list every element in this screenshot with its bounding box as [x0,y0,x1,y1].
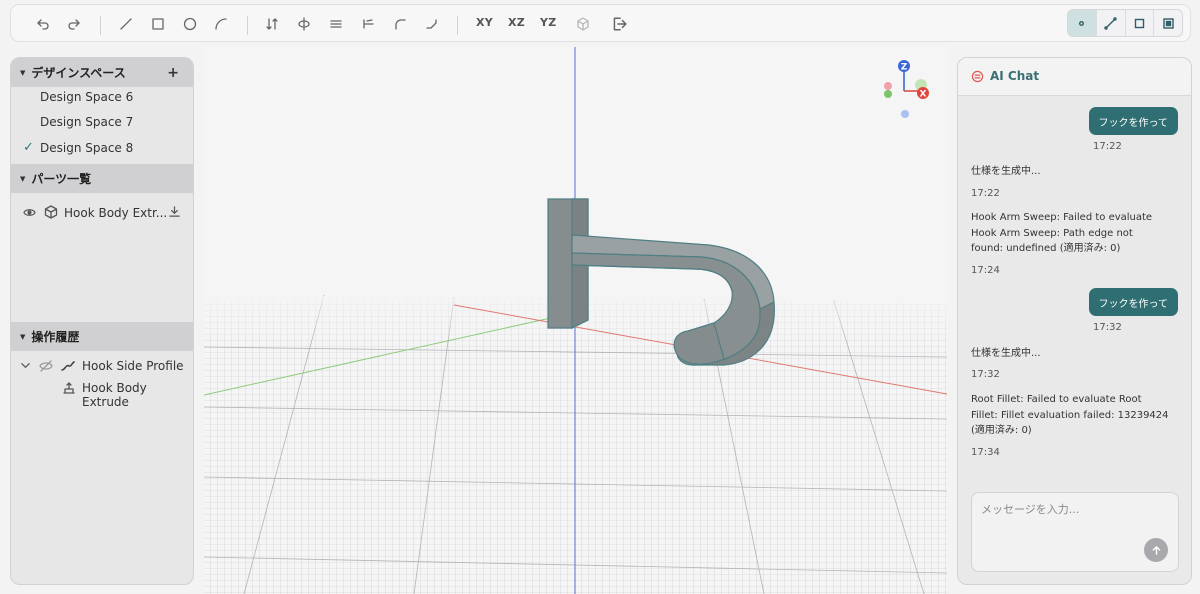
axis-gizmo[interactable]: Z X [884,60,929,118]
circle-icon[interactable] [179,13,201,35]
eye-off-icon[interactable] [39,359,53,373]
left-panel: ▼ デザインスペース + Design Space 6 Design Space… [10,57,194,585]
3d-viewport[interactable]: Z X [204,47,947,594]
viewport-canvas: Z X [204,47,947,594]
user-message-bubble: フックを作って [1088,288,1178,316]
message-time: 17:22 [1093,141,1122,152]
assistant-message: Root Fillet: Failed to evaluate Root Fil… [971,392,1171,439]
chat-header: AI Chat [958,58,1191,96]
body-mode-button[interactable] [1154,10,1182,36]
sketch-profile-icon [61,359,75,373]
gizmo-neg-z-handle[interactable] [901,110,909,118]
extrude-icon[interactable] [261,13,283,35]
add-design-space-button[interactable]: + [167,65,179,81]
rectangle-icon[interactable] [147,13,169,35]
collapse-triangle-icon[interactable]: ▼ [20,69,25,77]
message-line: (適用済み: 0) [971,425,1032,436]
top-toolbar: XY XZ YZ [10,4,1191,42]
revolve-icon[interactable] [293,13,315,35]
history-title: 操作履歴 [31,330,80,344]
trim-icon[interactable] [357,13,379,35]
face-mode-button[interactable] [1126,10,1155,36]
message-line: Root Fillet: Failed to evaluate Root [971,394,1142,405]
message-line: found: undefined (適用済み: 0) [971,243,1121,254]
collapse-triangle-icon[interactable]: ▼ [20,333,25,341]
chat-input-box [971,492,1179,572]
message-line: 仕様を生成中... [971,166,1041,177]
chevron-down-icon[interactable] [20,360,31,371]
design-space-header[interactable]: ▼ デザインスペース + [11,58,193,87]
design-space-item[interactable]: ✓ Design Space 8 [11,135,193,160]
check-icon: ✓ [23,140,34,155]
point-mode-button[interactable] [1068,10,1097,36]
gizmo-neg-x-handle[interactable] [884,82,892,90]
export-icon[interactable] [608,13,630,35]
user-message-bubble: フックを作って [1088,107,1178,135]
toolbar-divider [457,16,458,35]
parts-title: パーツ一覧 [31,172,92,186]
assistant-message: 仕様を生成中... [971,164,1171,180]
design-space-item[interactable]: Design Space 6 [11,84,193,109]
design-space-title: デザインスペース [31,66,126,80]
message-line: Fillet: Fillet evaluation failed: 132394… [971,409,1169,421]
message-line: Hook Arm Sweep: Path edge not [971,227,1133,239]
cube-icon [44,205,58,219]
message-line: 仕様を生成中... [971,348,1041,359]
extrude-icon [62,381,76,395]
redo-icon[interactable] [63,13,85,35]
ai-chat-panel: AI Chat フックを作って 17:22 仕様を生成中... 17:22 Ho… [957,57,1192,585]
history-item[interactable]: Hook Side Profile [11,356,193,378]
send-button[interactable] [1144,538,1168,562]
history-item[interactable]: Hook Body Extrude [11,378,193,409]
design-space-label: Design Space 6 [40,89,134,104]
message-time: 17:32 [971,369,1000,380]
message-time: 17:22 [971,188,1000,199]
download-icon[interactable] [168,205,181,218]
message-time: 17:24 [971,265,1000,276]
assistant-message: 仕様を生成中... [971,346,1171,362]
edge-mode-button[interactable] [1097,10,1126,36]
message-line: Hook Arm Sweep: Failed to evaluate [971,212,1153,223]
arrow-up-icon [1152,545,1160,555]
history-label: Hook Side Profile [82,359,184,373]
history-header[interactable]: ▼ 操作履歴 [11,322,193,351]
eye-icon[interactable] [23,206,36,219]
message-time: 17:34 [971,447,1000,458]
sweep-icon[interactable] [325,13,347,35]
history-label: Hook Body Extrude [82,381,147,409]
arc-icon[interactable] [210,13,232,35]
plane-yz-button[interactable]: YZ [540,16,557,29]
toolbar-divider [247,16,248,35]
line-icon[interactable] [115,13,137,35]
plane-xy-button[interactable]: XY [476,16,493,29]
chamfer-icon[interactable] [421,13,443,35]
plane-xz-button[interactable]: XZ [508,16,525,29]
gizmo-z-label: Z [901,63,908,73]
selection-mode-group [1067,9,1183,37]
part-label: Hook Body Extr... [64,206,168,220]
message-time: 17:32 [1093,322,1122,333]
design-space-label: Design Space 7 [40,114,134,129]
assistant-message: Hook Arm Sweep: Failed to evaluate Hook … [971,210,1171,257]
undo-icon[interactable] [32,13,54,35]
gizmo-neg-y-handle[interactable] [884,90,892,98]
collapse-triangle-icon[interactable]: ▼ [20,175,25,183]
view-cube-icon[interactable] [572,13,594,35]
part-item[interactable]: Hook Body Extr... [11,201,193,225]
chat-message-input[interactable] [981,503,1161,516]
design-space-item[interactable]: Design Space 7 [11,109,193,134]
design-space-label: Design Space 8 [40,140,134,155]
ai-chat-icon [971,70,984,83]
toolbar-divider [100,16,101,35]
chat-title: AI Chat [990,69,1040,83]
gizmo-x-label: X [920,90,927,100]
fillet-icon[interactable] [389,13,411,35]
parts-header[interactable]: ▼ パーツ一覧 [11,164,193,193]
